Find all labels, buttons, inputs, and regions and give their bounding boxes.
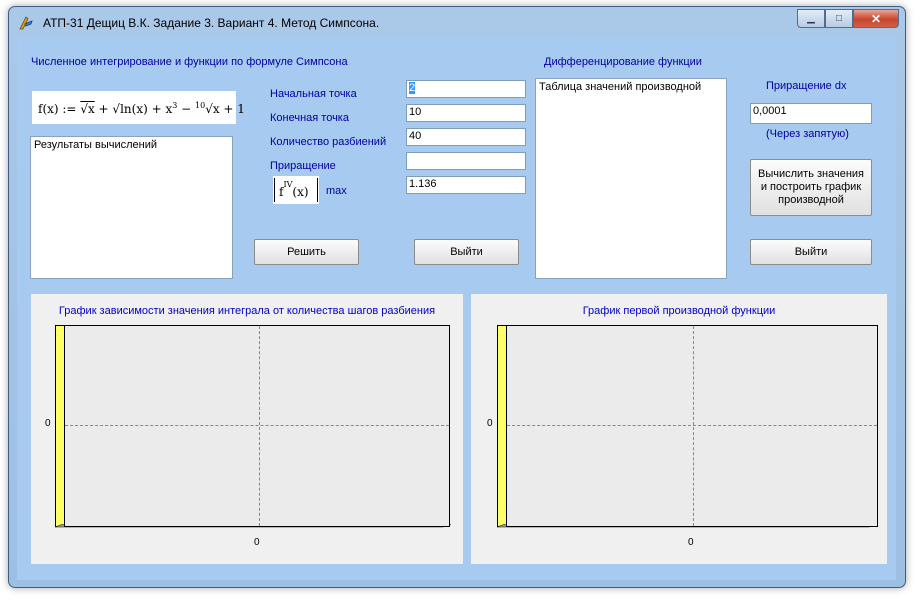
integral-chart-vgrid [259, 326, 260, 526]
integration-exit-button[interactable]: Выйти [414, 239, 519, 265]
max-label: max [326, 185, 347, 197]
integral-chart-title: График зависимости значения интеграла от… [58, 305, 436, 317]
end-point-label: Конечная точка [270, 112, 349, 124]
integration-section-title: Численное интегрирование и функции по фо… [31, 56, 348, 68]
start-point-value: 2 [409, 82, 416, 94]
derivative-chart-vgrid [693, 326, 694, 526]
solve-button[interactable]: Решить [254, 239, 359, 265]
integral-chart-y-tick: 0 [45, 418, 51, 429]
dx-input[interactable]: 0,0001 [750, 103, 872, 124]
partitions-label: Количество разбиений [270, 136, 387, 148]
differentiation-exit-button[interactable]: Выйти [750, 239, 872, 265]
app-icon [19, 16, 33, 30]
caption-buttons: ▁ □ ✕ [797, 9, 899, 28]
maximize-button[interactable]: □ [825, 9, 853, 28]
close-button[interactable]: ✕ [853, 9, 899, 28]
dx-label: Приращение dx [766, 80, 847, 92]
start-point-input[interactable]: 2 [406, 80, 526, 98]
integral-chart-panel: График зависимости значения интеграла от… [31, 294, 463, 564]
derivative-table-text: Таблица значений производной [539, 81, 702, 93]
max-value-field[interactable]: 1.136 [406, 176, 526, 194]
client-area: Численное интегрирование и функции по фо… [17, 37, 896, 580]
app-window: АТП-31 Дещиц В.К. Задание 3. Вариант 4. … [8, 6, 906, 588]
derivative-chart-y-tick: 0 [487, 418, 493, 429]
window-title: АТП-31 Дещиц В.К. Задание 3. Вариант 4. … [43, 16, 380, 30]
derivative-chart-panel: График первой производной функции 0 0 [471, 294, 887, 564]
integral-chart-hgrid [65, 425, 449, 426]
start-point-label: Начальная точка [270, 88, 357, 100]
formula-text: f(x) := √x + √ln(x) + x3 − 10√x + 1 [38, 101, 245, 116]
derivative-chart-x-tick: 0 [688, 537, 694, 548]
dx-hint: (Через запятую) [766, 128, 849, 140]
partitions-input[interactable]: 40 [406, 128, 526, 146]
derivative-chart-title: График первой производной функции [582, 305, 776, 317]
integral-chart-x-tick: 0 [254, 537, 260, 548]
minimize-button[interactable]: ▁ [797, 9, 825, 28]
compute-derivative-button[interactable]: Вычислить значения и построить график пр… [750, 159, 872, 216]
increment-label: Приращение [270, 160, 336, 172]
results-memo-text: Результаты вычислений [34, 139, 158, 151]
increment-input[interactable] [406, 152, 526, 170]
end-point-input[interactable]: 10 [406, 104, 526, 122]
integral-chart-plot [64, 325, 450, 527]
title-bar[interactable]: АТП-31 Дещиц В.К. Задание 3. Вариант 4. … [9, 7, 905, 37]
derivative-chart-hgrid [507, 425, 877, 426]
derivative-table-memo[interactable]: Таблица значений производной [535, 78, 727, 279]
results-memo[interactable]: Результаты вычислений [30, 136, 233, 279]
derivative-chart-plot [506, 325, 878, 527]
function-formula: f(x) := √x + √ln(x) + x3 − 10√x + 1 [32, 91, 245, 124]
fourth-derivative-symbol: fIV(x) [273, 176, 319, 204]
differentiation-section-title: Дифференцирование функции [544, 56, 702, 68]
